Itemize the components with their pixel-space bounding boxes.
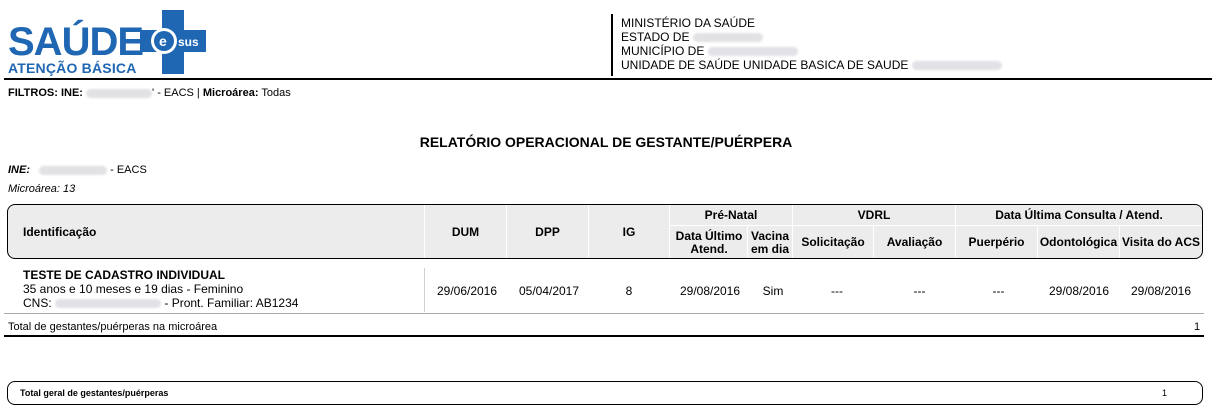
td-ig: 8 <box>625 284 633 298</box>
th-solicitacao: Solicitação <box>801 235 865 249</box>
td-puerperio: --- <box>992 284 1005 298</box>
td-solicitacao: --- <box>831 284 843 298</box>
td-dum: 29/06/2016 <box>436 284 498 298</box>
row-cns-label: CNS: <box>23 296 52 310</box>
row-name: TESTE DE CADASTRO INDIVIDUAL <box>23 268 226 282</box>
total-label: Total de gestantes/puérperas na microáre… <box>8 321 218 333</box>
ine-suffix: - EACS <box>110 164 147 176</box>
td-avaliacao: --- <box>913 284 926 298</box>
redacted-cns <box>55 299 162 309</box>
report-title: RELATÓRIO OPERACIONAL DE GESTANTE/PUÉRPE… <box>419 134 793 150</box>
filters-micro-value: Todas <box>261 87 291 99</box>
ine-label: INE: <box>8 164 30 176</box>
row-age: 35 anos e 10 meses e 19 dias - Feminino <box>23 282 244 296</box>
filters-label: FILTROS: INE: <box>8 87 83 99</box>
header-info: MINISTÉRIO DA SAÚDE ESTADO DE MUNICÍPIO … <box>621 16 1002 72</box>
header-divider <box>611 14 613 76</box>
filters-micro-label: Microárea: <box>202 87 259 99</box>
th-vacina: Vacina em dia <box>750 229 790 256</box>
td-data-ultimo: 29/08/2016 <box>679 284 741 298</box>
grand-total-box <box>7 381 1203 405</box>
row-separator <box>4 313 1204 314</box>
total-value: 1 <box>1194 321 1201 333</box>
filters-line: FILTROS: INE: ' - EACS | Microárea: Toda… <box>8 87 291 99</box>
redacted-state <box>692 33 763 43</box>
th-dum: DUM <box>451 225 480 239</box>
microarea-line: Microárea: 13 <box>8 183 76 195</box>
grand-total-value: 1 <box>1162 388 1168 398</box>
th-vdrl: VDRL <box>857 208 891 222</box>
header-unit: UNIDADE DE SAÚDE UNIDADE BASICA DE SAUDE <box>621 58 909 72</box>
redacted-ine-2 <box>39 165 108 175</box>
header-city: MUNICÍPIO DE <box>621 44 705 58</box>
td-visita-acs: 29/08/2016 <box>1130 284 1192 298</box>
th-avaliacao: Avaliação <box>886 235 943 249</box>
logo-subtitle: ATENÇÃO BÁSICA <box>8 60 137 76</box>
td-vacina: Sim <box>762 284 784 298</box>
svg-text:e: e <box>159 33 167 49</box>
td-odontologica: 29/08/2016 <box>1048 284 1110 298</box>
redacted-city <box>707 47 798 57</box>
ine-line: INE: - EACS <box>8 164 147 176</box>
th-puerperio: Puerpério <box>968 235 1025 249</box>
logo-cross-icon: e sus <box>140 10 206 74</box>
th-ig: IG <box>622 225 636 239</box>
th-data-ultimo: Data Último Atend. <box>675 229 743 256</box>
td-dpp: 05/04/2017 <box>518 284 580 298</box>
header-state: ESTADO DE <box>621 30 690 44</box>
grand-total-label: Total geral de gestantes/puérperas <box>20 388 169 398</box>
th-visita-acs: Visita do ACS <box>1121 235 1201 249</box>
total-rule <box>4 335 1204 337</box>
logo-badge: sus <box>178 35 199 49</box>
th-prenatal: Pré-Natal <box>704 208 758 222</box>
row-identification: TESTE DE CADASTRO INDIVIDUAL 35 anos e 1… <box>23 268 298 310</box>
redacted-ine <box>86 88 153 98</box>
esus-logo: SAÚDE e sus ATENÇÃO BÁSICA <box>6 8 216 76</box>
row-pront: - Pront. Familiar: AB1234 <box>164 296 299 310</box>
th-data-ultima: Data Última Consulta / Atend. <box>995 208 1163 222</box>
header-rule <box>4 78 1212 80</box>
filters-ine-suffix: ' - EACS | <box>152 87 200 99</box>
th-identificacao: Identificação <box>23 225 97 239</box>
redacted-unit <box>911 61 1002 71</box>
logo-saude-text: SAÚDE <box>8 20 144 64</box>
th-odontologica: Odontológica <box>1039 235 1118 249</box>
header-ministry: MINISTÉRIO DA SAÚDE <box>621 16 756 30</box>
th-dpp: DPP <box>535 225 560 239</box>
